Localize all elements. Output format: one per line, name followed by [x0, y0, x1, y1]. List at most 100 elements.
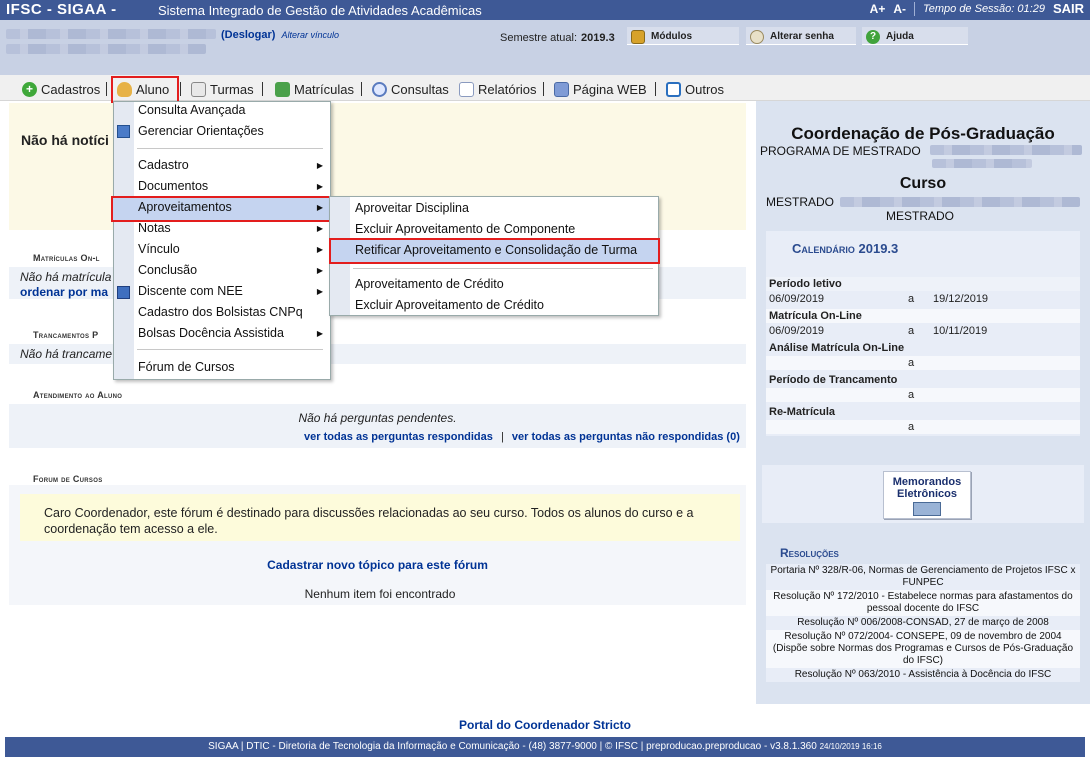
alterar-vinculo-link[interactable]: Alterar vínculo: [281, 30, 339, 40]
resolution-link[interactable]: Resolução Nº 172/2010 - Estabelece norma…: [766, 590, 1080, 616]
forum-description-box: Caro Coordenador, este fórum é destinado…: [20, 494, 740, 541]
top-bar-controls: A+ A- Tempo de Sessão: 01:29 SAIR: [870, 1, 1084, 16]
redacted-user-name: [6, 29, 216, 39]
change-password-button[interactable]: Alterar senha: [746, 27, 856, 45]
add-icon: +: [22, 81, 37, 97]
portal-link[interactable]: Portal do Coordenador Stricto: [0, 718, 1090, 732]
course-title: Curso: [899, 175, 947, 192]
user-key-icon: [750, 29, 764, 44]
menu-item-documentos[interactable]: Documentos ▶: [138, 177, 328, 197]
semester-value: 2019.3: [581, 32, 615, 44]
footer-timestamp: 24/10/2019 16:16: [819, 742, 882, 751]
menu-item-bolsistas-cnpq[interactable]: Cadastro dos Bolsistas CNPq: [138, 303, 303, 323]
calendar-title: Calendário 2019.3: [792, 241, 899, 256]
menu-item-forum-cursos[interactable]: Fórum de Cursos: [138, 358, 235, 378]
menu-matriculas[interactable]: Matrículas: [273, 79, 354, 99]
section-heading-forum: Forum de Cursos: [33, 474, 103, 484]
aproveitamentos-highlight-box: [111, 196, 331, 222]
news-empty-text: Não há notíci: [21, 132, 109, 148]
font-increase-button[interactable]: A+: [870, 2, 886, 16]
menu-consultas[interactable]: Consultas: [370, 79, 449, 99]
calendar-period-sep: a: [908, 357, 915, 369]
menu-cadastros[interactable]: + Cadastros: [20, 79, 100, 99]
calendar-row-bg: [766, 356, 1080, 370]
aproveitamentos-items: Aproveitar Disciplina Excluir Aproveitam…: [329, 196, 659, 316]
menu-item-aproveitar-disciplina[interactable]: Aproveitar Disciplina: [355, 199, 469, 217]
redacted-user-unit: [6, 44, 206, 54]
user-info-bar: (Deslogar) Alterar vínculo Semestre atua…: [0, 20, 1090, 75]
computer-icon: [913, 502, 941, 516]
link-separator: |: [500, 431, 504, 443]
help-button[interactable]: ? Ajuda: [862, 27, 968, 45]
menu-item-consulta-avancada[interactable]: Consulta Avançada: [138, 101, 246, 121]
calendar-panel: Calendário 2019.3 Período letivo 06/09/2…: [766, 231, 1080, 436]
modules-label: Módulos: [651, 31, 693, 42]
memorandos-button[interactable]: Memorandos Eletrônicos: [883, 471, 971, 519]
help-label: Ajuda: [886, 31, 914, 42]
menu-item-gerenciar-orientacoes[interactable]: Gerenciar Orientações: [138, 122, 264, 142]
classes-icon: [191, 81, 206, 97]
app-brand: IFSC - SIGAA -: [6, 1, 117, 18]
font-decrease-button[interactable]: A-: [893, 2, 906, 16]
menu-item-conclusao[interactable]: Conclusão ▶: [138, 261, 328, 281]
web-page-icon: [554, 81, 569, 97]
forum-description: Caro Coordenador, este fórum é destinado…: [44, 506, 694, 536]
menu-item-retificar-aproveitamento[interactable]: Retificar Aproveitamento e Consolidação …: [355, 241, 637, 259]
coordination-sidebar: Coordenação de Pós-Graduação PROGRAMA DE…: [756, 101, 1090, 704]
resolution-link[interactable]: Portaria Nº 328/R-06, Normas de Gerencia…: [766, 564, 1080, 590]
menu-item-aproveitamento-credito[interactable]: Aproveitamento de Crédito: [355, 275, 504, 293]
atendimento-panel: Não há perguntas pendentes. ver todas as…: [9, 404, 746, 448]
calendar-period-start: 06/09/2019: [769, 325, 825, 337]
menu-divider: [180, 82, 181, 96]
resolution-link[interactable]: Resolução Nº 006/2008-CONSAD, 27 de març…: [766, 616, 1080, 630]
menu-item-label: Cadastro: [138, 158, 189, 172]
forum-empty-text: Nenhum item foi encontrado: [304, 587, 456, 601]
menu-turmas[interactable]: Turmas: [189, 79, 254, 99]
menu-item-bolsas-docencia[interactable]: Bolsas Docência Assistida ▶: [138, 324, 328, 344]
calendar-period-sep: a: [908, 293, 915, 305]
calendar-period-sep: a: [908, 421, 915, 433]
ver-nao-respondidas-link[interactable]: ver todas as perguntas não respondidas (…: [512, 431, 740, 443]
submenu-arrow-icon: ▶: [316, 287, 323, 296]
menu-item-excluir-aproveitamento-componente[interactable]: Excluir Aproveitamento de Componente: [355, 220, 575, 238]
modules-button[interactable]: Módulos: [627, 27, 739, 45]
accessibility-icon: [117, 286, 130, 299]
section-heading-trancamentos: Trancamentos P: [33, 330, 99, 340]
menu-item-discente-nee[interactable]: Discente com NEE ▶: [138, 282, 328, 302]
menu-label: Consultas: [391, 81, 449, 97]
atendimento-empty-text: Não há perguntas pendentes.: [298, 411, 457, 425]
menu-label: Aluno: [136, 81, 170, 97]
logout-link[interactable]: SAIR: [1053, 1, 1084, 16]
menu-item-label: Discente com NEE: [138, 284, 243, 298]
resolution-link[interactable]: Resolução Nº 063/2010 - Assistência à Do…: [766, 668, 1080, 682]
submenu-arrow-icon: ▶: [316, 182, 323, 191]
menu-aluno[interactable]: Aluno: [115, 79, 169, 99]
menu-divider: [543, 82, 544, 96]
calendar-period-label: Período letivo: [769, 278, 842, 290]
menu-label: Cadastros: [41, 81, 101, 97]
menu-divider: [106, 82, 107, 96]
mestrado-sub: MESTRADO: [886, 209, 955, 223]
ver-respondidas-link[interactable]: ver todas as perguntas respondidas: [304, 431, 493, 443]
menu-outros[interactable]: Outros: [664, 79, 724, 99]
phone-book-icon: [666, 81, 681, 97]
change-password-label: Alterar senha: [770, 31, 834, 42]
top-bar: IFSC - SIGAA - Sistema Integrado de Gest…: [0, 0, 1090, 20]
resolution-link[interactable]: Resolução Nº 072/2004- CONSEPE, 09 de no…: [766, 630, 1080, 668]
menu-label: Página WEB: [573, 81, 647, 97]
ordenar-link[interactable]: ordenar por ma: [20, 285, 108, 299]
menu-item-vinculo[interactable]: Vínculo ▶: [138, 240, 328, 260]
menu-relatorios[interactable]: Relatórios: [457, 79, 537, 99]
menu-item-excluir-aproveitamento-credito[interactable]: Excluir Aproveitamento de Crédito: [355, 296, 544, 314]
resolutions-panel: Resoluções Portaria Nº 328/R-06, Normas …: [766, 546, 1080, 682]
menu-pagina-web[interactable]: Página WEB: [552, 79, 647, 99]
new-topic-link[interactable]: Cadastrar novo tópico para este fórum: [0, 558, 755, 572]
calendar-period-end: 19/12/2019: [933, 293, 989, 305]
menu-item-cadastro[interactable]: Cadastro ▶: [138, 156, 328, 176]
help-icon: ?: [866, 29, 880, 44]
redacted-program-2: [932, 159, 1032, 168]
menu-item-notas[interactable]: Notas ▶: [138, 219, 328, 239]
menu-item-label: Conclusão: [138, 263, 198, 277]
redacted-program: [930, 145, 1082, 155]
deslogar-link[interactable]: (Deslogar): [221, 29, 275, 41]
